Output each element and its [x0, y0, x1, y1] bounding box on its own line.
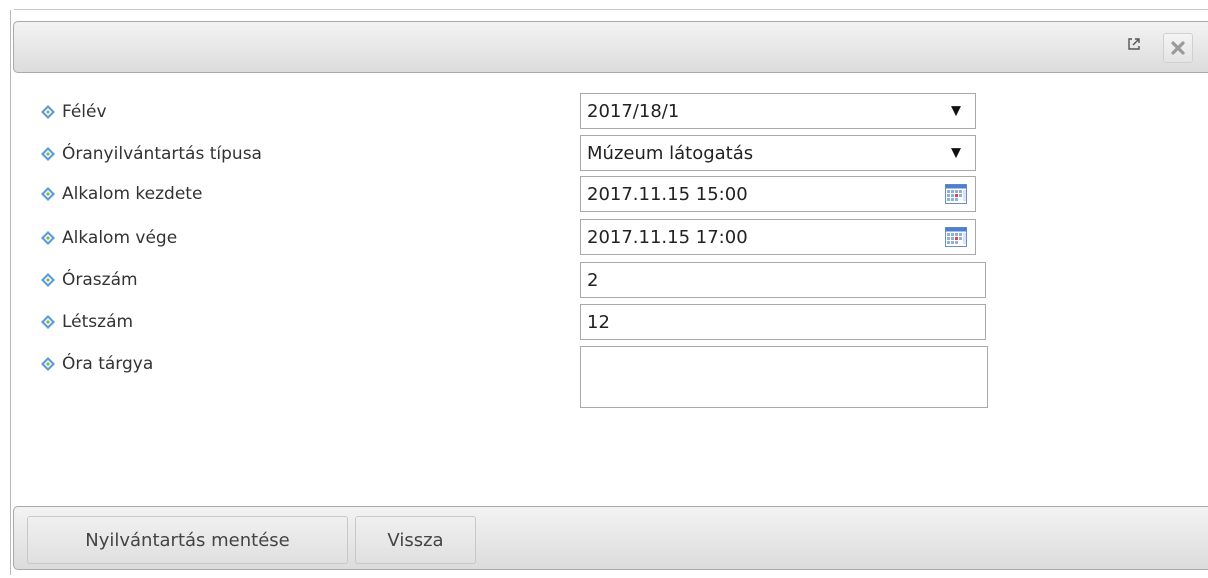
start-datetime-input[interactable]: 2017.11.15 15:00: [580, 176, 976, 212]
external-link-icon-svg: [1128, 38, 1140, 50]
record-type-label-row: Óranyilvántartás típusa: [40, 142, 262, 166]
dropdown-arrow-icon[interactable]: ▼: [951, 104, 961, 119]
record-type-label: Óranyilvántartás típusa: [62, 144, 262, 164]
hours-value: 2: [587, 269, 599, 291]
dialog-titlebar[interactable]: [13, 21, 1208, 73]
close-button[interactable]: [1163, 33, 1193, 63]
diamond-bullet-icon: [41, 357, 55, 371]
hours-label-row: Óraszám: [40, 268, 138, 292]
end-label: Alkalom vége: [62, 228, 178, 248]
close-icon: [1171, 41, 1185, 55]
subject-label-row: Óra tárgya: [40, 352, 153, 376]
calendar-icon[interactable]: [945, 184, 967, 204]
diamond-bullet-icon: [41, 187, 55, 201]
hours-input[interactable]: 2: [580, 262, 986, 298]
save-record-label: Nyilvántartás mentése: [85, 529, 290, 551]
record-type-select[interactable]: Múzeum látogatás ▼: [580, 135, 976, 171]
headcount-value: 12: [587, 311, 610, 333]
back-label: Vissza: [387, 529, 444, 551]
diamond-bullet-icon: [41, 105, 55, 119]
headcount-label-row: Létszám: [40, 310, 133, 334]
headcount-label: Létszám: [62, 312, 134, 332]
back-button[interactable]: Vissza: [355, 516, 476, 564]
dropdown-arrow-icon[interactable]: ▼: [951, 146, 961, 161]
external-link-icon[interactable]: [1126, 36, 1142, 52]
start-label-row: Alkalom kezdete: [40, 182, 202, 206]
end-datetime-input[interactable]: 2017.11.15 17:00: [580, 219, 976, 255]
page: Félév 2017/18/1 ▼ Óranyilvántartás típus…: [0, 0, 1208, 578]
start-label: Alkalom kezdete: [62, 184, 203, 204]
hours-label: Óraszám: [62, 270, 138, 290]
save-record-button[interactable]: Nyilvántartás mentése: [27, 516, 348, 564]
semester-select[interactable]: 2017/18/1 ▼: [580, 93, 976, 129]
semester-label-row: Félév: [40, 100, 107, 124]
semester-label: Félév: [62, 102, 107, 122]
start-value: 2017.11.15 15:00: [587, 183, 748, 205]
diamond-bullet-icon: [41, 273, 55, 287]
end-label-row: Alkalom vége: [40, 226, 177, 250]
diamond-bullet-icon: [41, 147, 55, 161]
calendar-icon[interactable]: [945, 227, 967, 247]
subject-label: Óra tárgya: [62, 354, 154, 374]
diamond-bullet-icon: [41, 231, 55, 245]
subject-textarea[interactable]: [580, 346, 988, 408]
end-value: 2017.11.15 17:00: [587, 226, 748, 248]
diamond-bullet-icon: [41, 315, 55, 329]
semester-value: 2017/18/1: [587, 100, 680, 122]
headcount-input[interactable]: 12: [580, 304, 986, 340]
record-type-value: Múzeum látogatás: [587, 142, 754, 164]
